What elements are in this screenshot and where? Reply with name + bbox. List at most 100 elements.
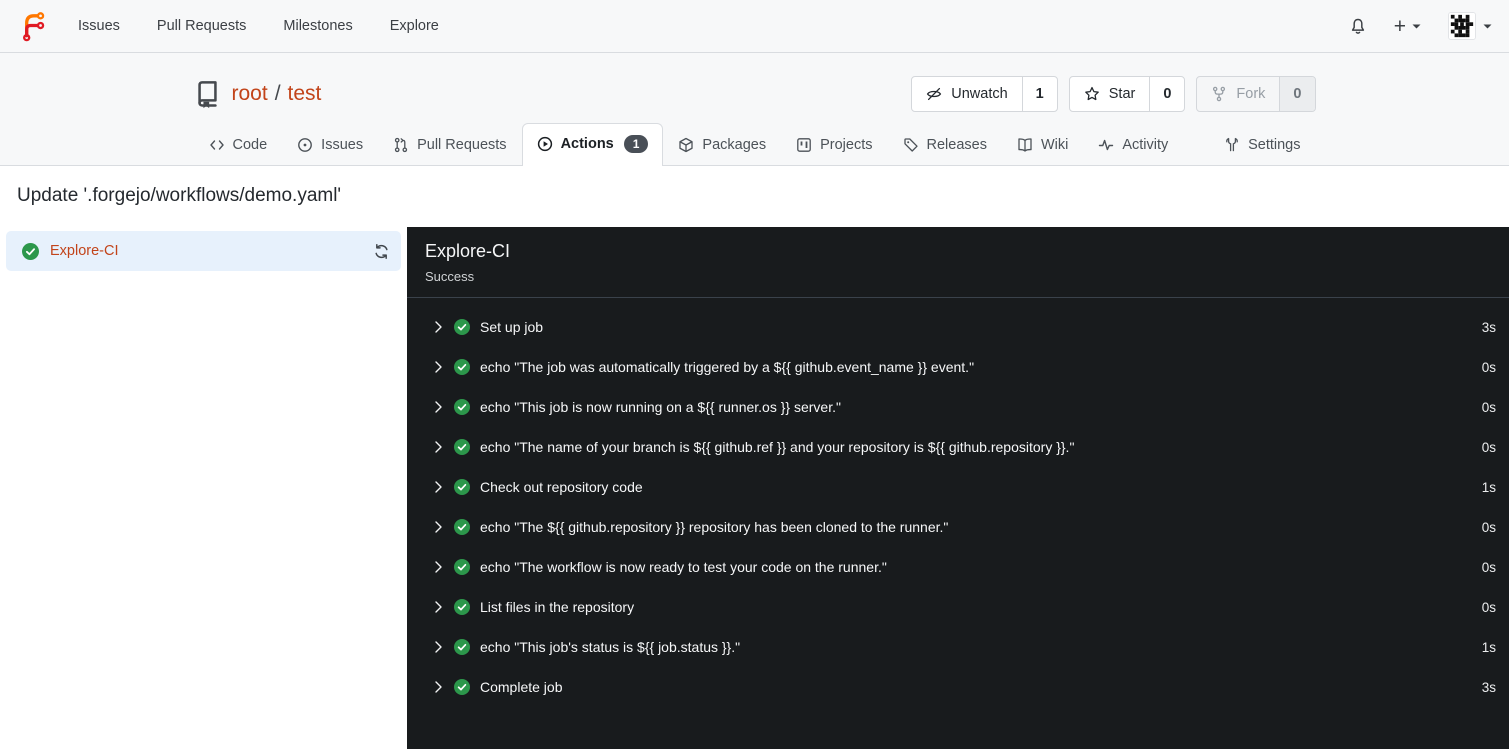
tab-wiki[interactable]: Wiki — [1002, 125, 1083, 165]
step-row[interactable]: Complete job 3s — [407, 667, 1509, 707]
star-button[interactable]: Star — [1070, 77, 1150, 111]
actions-count-badge: 1 — [623, 135, 649, 153]
step-row[interactable]: echo "The name of your branch is ${{ git… — [407, 427, 1509, 467]
chevron-right-icon[interactable] — [433, 401, 444, 413]
repo-name-link[interactable]: test — [288, 82, 322, 106]
refresh-job-button[interactable] — [373, 243, 390, 260]
step-name: echo "The job was automatically triggere… — [480, 359, 975, 375]
step-success-icon — [454, 359, 470, 375]
top-navbar: Issues Pull Requests Milestones Explore … — [0, 0, 1509, 53]
step-success-icon — [454, 559, 470, 575]
step-row[interactable]: echo "The workflow is now ready to test … — [407, 547, 1509, 587]
chevron-down-icon — [1483, 24, 1492, 28]
nav-item-issues[interactable]: Issues — [78, 18, 120, 34]
chevron-right-icon[interactable] — [433, 641, 444, 653]
forks-count[interactable]: 0 — [1279, 77, 1315, 111]
step-list: Set up job 3s echo "The job was automati… — [407, 298, 1509, 707]
create-new-dropdown[interactable]: + — [1394, 16, 1421, 37]
chevron-right-icon[interactable] — [433, 481, 444, 493]
step-row[interactable]: echo "The job was automatically triggere… — [407, 347, 1509, 387]
chevron-down-icon — [1412, 24, 1421, 28]
repo-path-separator: / — [274, 82, 281, 105]
step-row[interactable]: Check out repository code 1s — [407, 467, 1509, 507]
watchers-count[interactable]: 1 — [1021, 77, 1057, 111]
step-success-icon — [454, 519, 470, 535]
tab-label: Settings — [1248, 137, 1301, 153]
fork-icon — [1213, 86, 1226, 102]
step-name: Complete job — [480, 679, 563, 695]
unwatch-label: Unwatch — [951, 86, 1008, 102]
pull-request-icon — [393, 137, 409, 153]
step-name: echo "This job is now running on a ${{ r… — [480, 399, 841, 415]
pulse-icon — [1098, 137, 1114, 153]
step-duration: 1s — [1481, 639, 1496, 655]
tab-label: Projects — [820, 137, 873, 153]
bell-icon — [1351, 18, 1364, 34]
step-duration: 0s — [1481, 439, 1496, 455]
nav-item-milestones[interactable]: Milestones — [283, 18, 352, 34]
tab-releases[interactable]: Releases — [888, 125, 1002, 165]
forgejo-app: Issues Pull Requests Milestones Explore … — [0, 0, 1509, 749]
step-success-icon — [454, 679, 470, 695]
tab-label: Releases — [926, 137, 987, 153]
step-row[interactable]: echo "This job's status is ${{ job.statu… — [407, 627, 1509, 667]
step-row[interactable]: echo "This job is now running on a ${{ r… — [407, 387, 1509, 427]
step-name: echo "The workflow is now ready to test … — [480, 559, 887, 575]
step-success-icon — [454, 639, 470, 655]
chevron-right-icon[interactable] — [433, 441, 444, 453]
step-row[interactable]: echo "The ${{ github.repository }} repos… — [407, 507, 1509, 547]
user-menu-dropdown[interactable] — [1448, 12, 1492, 40]
chevron-right-icon[interactable] — [433, 681, 444, 693]
nav-item-pull-requests[interactable]: Pull Requests — [157, 18, 246, 34]
sync-icon — [375, 243, 388, 259]
chevron-right-icon[interactable] — [433, 321, 444, 333]
run-job-title: Explore-CI — [425, 241, 511, 261]
job-item-explore-ci[interactable]: Explore-CI — [6, 231, 401, 271]
forgejo-logo[interactable] — [17, 10, 48, 42]
step-duration: 3s — [1481, 319, 1496, 335]
tab-label: Code — [232, 137, 268, 153]
book-open-icon — [1017, 137, 1033, 153]
jobs-sidebar: Explore-CI — [0, 227, 407, 749]
tab-actions[interactable]: Actions 1 — [521, 123, 664, 166]
play-circle-icon — [537, 136, 553, 152]
package-cube-icon — [678, 137, 694, 153]
chevron-right-icon[interactable] — [433, 361, 444, 373]
stars-count[interactable]: 0 — [1149, 77, 1184, 111]
repo-book-icon — [197, 80, 217, 108]
tab-packages[interactable]: Packages — [663, 125, 781, 165]
repo-header: root / test Unwatch 1 Star 0 Fork 0 Code… — [0, 53, 1509, 166]
step-duration: 0s — [1481, 399, 1496, 415]
notifications-button[interactable] — [1349, 17, 1367, 36]
step-name: echo "The ${{ github.repository }} repos… — [480, 519, 949, 535]
tab-pull-requests[interactable]: Pull Requests — [378, 125, 521, 165]
repo-tabs: Code Issues Pull Requests Actions 1 Pack… — [194, 123, 1316, 166]
step-success-icon — [454, 599, 470, 615]
tab-projects[interactable]: Projects — [781, 125, 887, 165]
nav-item-explore[interactable]: Explore — [390, 18, 439, 34]
step-row[interactable]: List files in the repository 0s — [407, 587, 1509, 627]
repo-owner-link[interactable]: root — [232, 82, 268, 106]
chevron-right-icon[interactable] — [433, 561, 444, 573]
unwatch-button[interactable]: Unwatch — [912, 77, 1021, 111]
navbar-right: + — [1349, 12, 1492, 40]
project-board-icon — [796, 137, 812, 153]
run-log-panel: Explore-CI Success Set up job 3s echo "T… — [407, 227, 1509, 749]
star-button-group: Star 0 — [1068, 76, 1186, 112]
step-success-icon — [454, 479, 470, 495]
tag-icon — [903, 137, 919, 153]
chevron-right-icon[interactable] — [433, 601, 444, 613]
repo-action-buttons: Unwatch 1 Star 0 Fork 0 — [911, 76, 1316, 112]
star-icon — [1084, 86, 1099, 101]
tab-settings[interactable]: Settings — [1209, 125, 1315, 165]
tab-code[interactable]: Code — [194, 125, 283, 165]
step-row[interactable]: Set up job 3s — [407, 307, 1509, 347]
tab-activity[interactable]: Activity — [1083, 125, 1183, 165]
step-name: Set up job — [480, 319, 544, 335]
tab-label: Activity — [1122, 137, 1169, 153]
fork-button[interactable]: Fork — [1197, 77, 1279, 111]
chevron-right-icon[interactable] — [433, 521, 444, 533]
run-status-text: Success — [425, 269, 475, 284]
step-duration: 0s — [1481, 519, 1496, 535]
tab-issues[interactable]: Issues — [282, 125, 378, 165]
